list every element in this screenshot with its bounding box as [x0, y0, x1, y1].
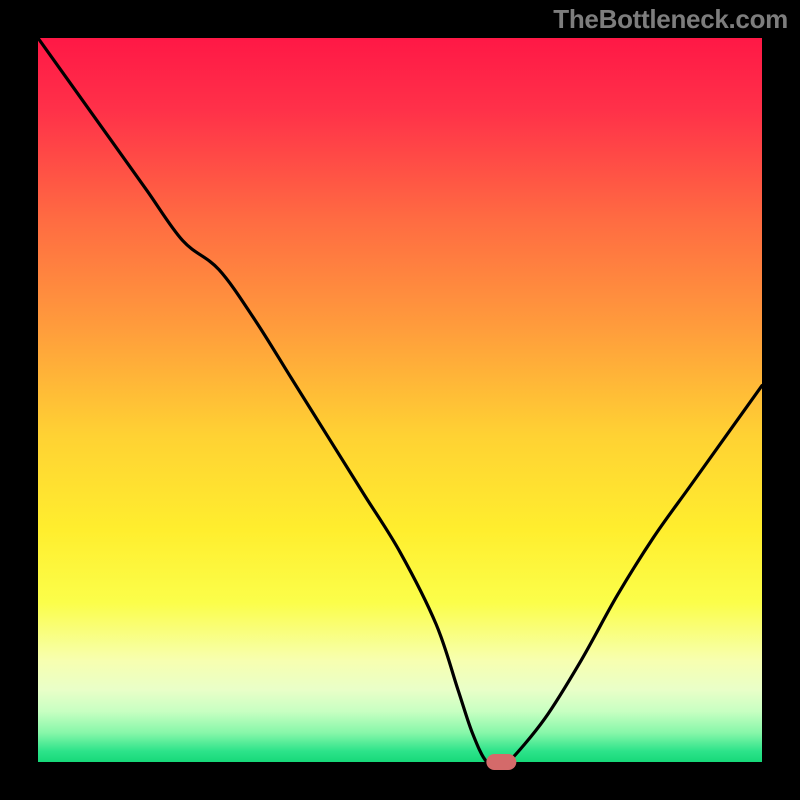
optimal-marker: [486, 754, 516, 770]
watermark-text: TheBottleneck.com: [553, 4, 788, 35]
chart-container: TheBottleneck.com: [0, 0, 800, 800]
plot-area: [38, 38, 762, 762]
bottleneck-chart: [0, 0, 800, 800]
